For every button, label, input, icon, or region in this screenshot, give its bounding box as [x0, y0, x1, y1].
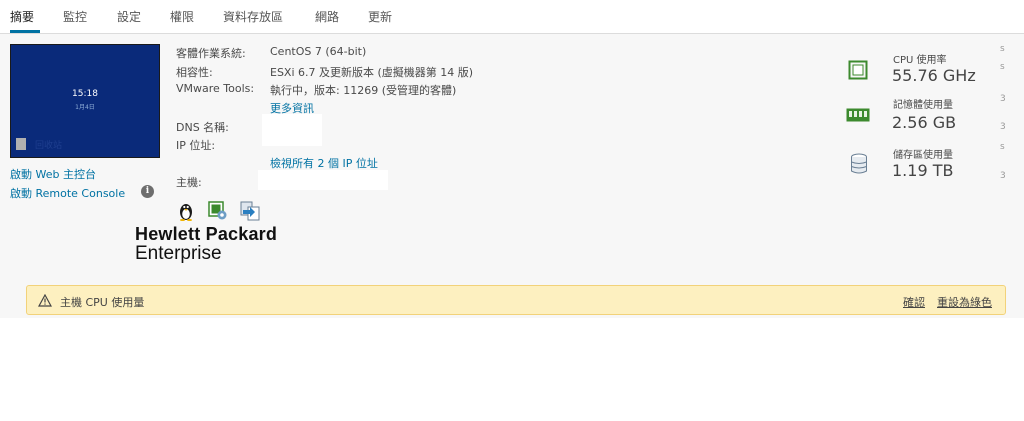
tab-bar: 摘要 監控 設定 權限 資料存放區 網路 更新: [0, 0, 1024, 34]
compatibility-value: ESXi 6.7 及更新版本 (虛擬機器第 14 版): [270, 66, 474, 79]
edge-clip: 3: [1000, 94, 1006, 104]
memory-icon: [846, 108, 870, 122]
vm-migrate-icon: [240, 201, 260, 221]
vmware-tools-label: VMware Tools:: [176, 82, 255, 95]
alert-message: 主機 CPU 使用量: [60, 296, 145, 309]
tab-configure[interactable]: 設定: [117, 8, 141, 25]
launch-web-console-link[interactable]: 啟動 Web 主控台: [10, 166, 96, 182]
host-label: 主機:: [176, 176, 202, 189]
redacted-host-value: [258, 170, 388, 190]
tab-summary[interactable]: 摘要: [10, 8, 34, 25]
memory-usage-label: 記憶體使用量: [893, 100, 953, 111]
tab-permissions[interactable]: 權限: [170, 8, 194, 25]
edge-clip: 3: [1000, 171, 1006, 181]
console-date: 1月4日: [75, 104, 95, 111]
storage-usage-label: 儲存區使用量: [893, 150, 953, 161]
edge-clip: s: [1000, 44, 1005, 54]
guest-os-label: 客體作業系統:: [176, 47, 246, 60]
compatibility-label: 相容性:: [176, 66, 213, 79]
recycle-bin-label: 回收站: [35, 141, 63, 151]
warning-icon: [38, 294, 52, 307]
launch-remote-console-link[interactable]: 啟動 Remote Console: [10, 185, 125, 201]
edge-clip: s: [1000, 142, 1005, 152]
tab-monitor[interactable]: 監控: [63, 8, 87, 25]
acknowledge-link[interactable]: 確認: [903, 294, 925, 310]
tab-datastores[interactable]: 資料存放區: [223, 8, 283, 25]
storage-usage-value: 1.19 TB: [892, 161, 954, 180]
view-all-ip-link[interactable]: 檢視所有 2 個 IP 位址: [270, 155, 378, 171]
ip-address-label: IP 位址:: [176, 139, 216, 152]
tab-networks[interactable]: 網路: [315, 8, 339, 25]
summary-panel: 15:18 1月4日 回收站 啟動 Web 主控台 啟動 Remote Cons…: [0, 34, 1024, 318]
redacted-dns-value: [262, 114, 322, 146]
reset-to-green-link[interactable]: 重設為綠色: [937, 294, 992, 310]
console-clock: 15:18: [72, 89, 98, 99]
tab-updates[interactable]: 更新: [368, 8, 392, 25]
vmware-tools-value: 執行中，版本: 11269 (受管理的客體): [270, 84, 457, 97]
brand-logo-line2: Enterprise: [135, 243, 222, 264]
active-tab-indicator: [10, 30, 40, 33]
brand-logo-line1: Hewlett Packard: [135, 224, 278, 244]
vm-settings-gear-icon: [208, 201, 227, 220]
cpu-usage-label: CPU 使用率: [893, 55, 947, 66]
dns-name-label: DNS 名稱:: [176, 121, 229, 134]
guest-os-value: CentOS 7 (64-bit): [270, 45, 367, 58]
cpu-icon: [848, 60, 868, 80]
edge-clip: s: [1000, 62, 1005, 72]
linux-penguin-icon: [180, 204, 192, 221]
console-thumbnail[interactable]: 15:18 1月4日 回收站: [10, 44, 160, 158]
recycle-bin-icon: [16, 138, 26, 150]
edge-clip: 3: [1000, 122, 1006, 132]
alert-banner: 主機 CPU 使用量 確認 重設為綠色: [26, 285, 1006, 315]
cpu-usage-value: 55.76 GHz: [892, 66, 976, 85]
memory-usage-value: 2.56 GB: [892, 113, 957, 132]
storage-icon: [851, 153, 867, 174]
info-icon[interactable]: i: [141, 185, 154, 198]
